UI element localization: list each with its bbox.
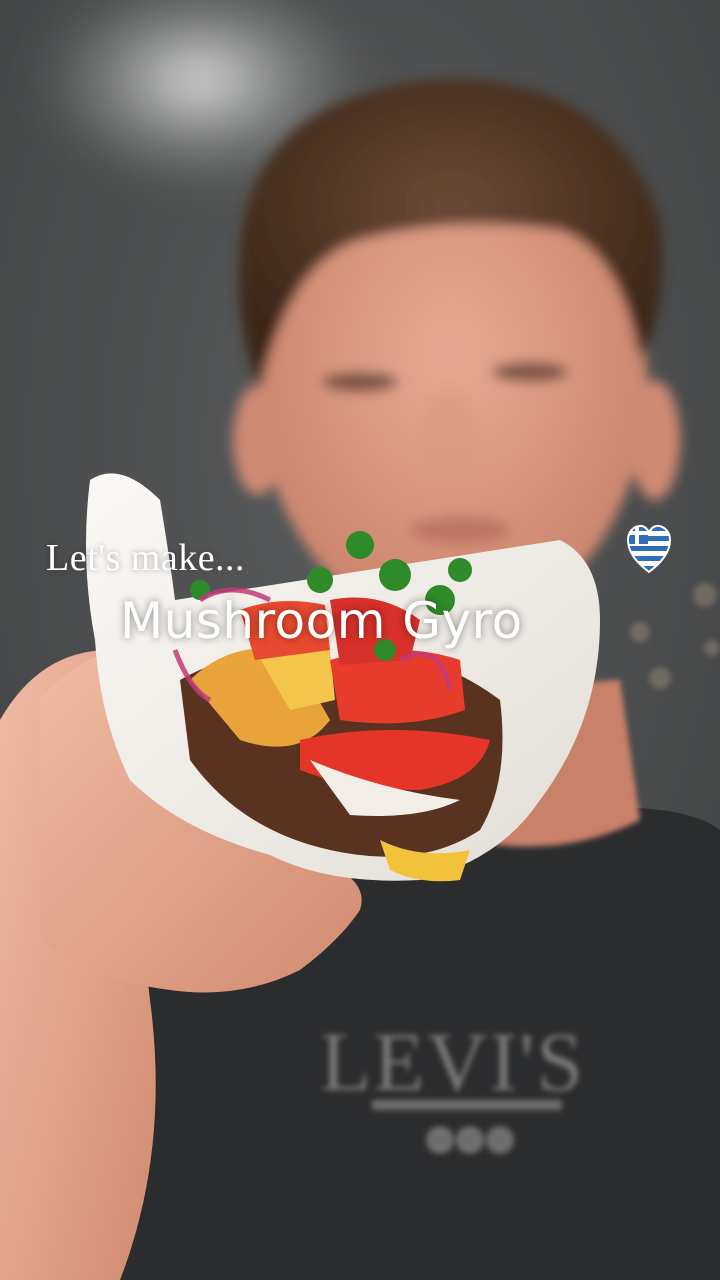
title-caption: Mushroom Gyro	[120, 592, 523, 650]
greek-flag-heart-icon	[626, 522, 672, 578]
svg-text:LEVI'S: LEVI'S	[320, 1016, 585, 1109]
intro-caption: Let's make...	[46, 537, 246, 579]
